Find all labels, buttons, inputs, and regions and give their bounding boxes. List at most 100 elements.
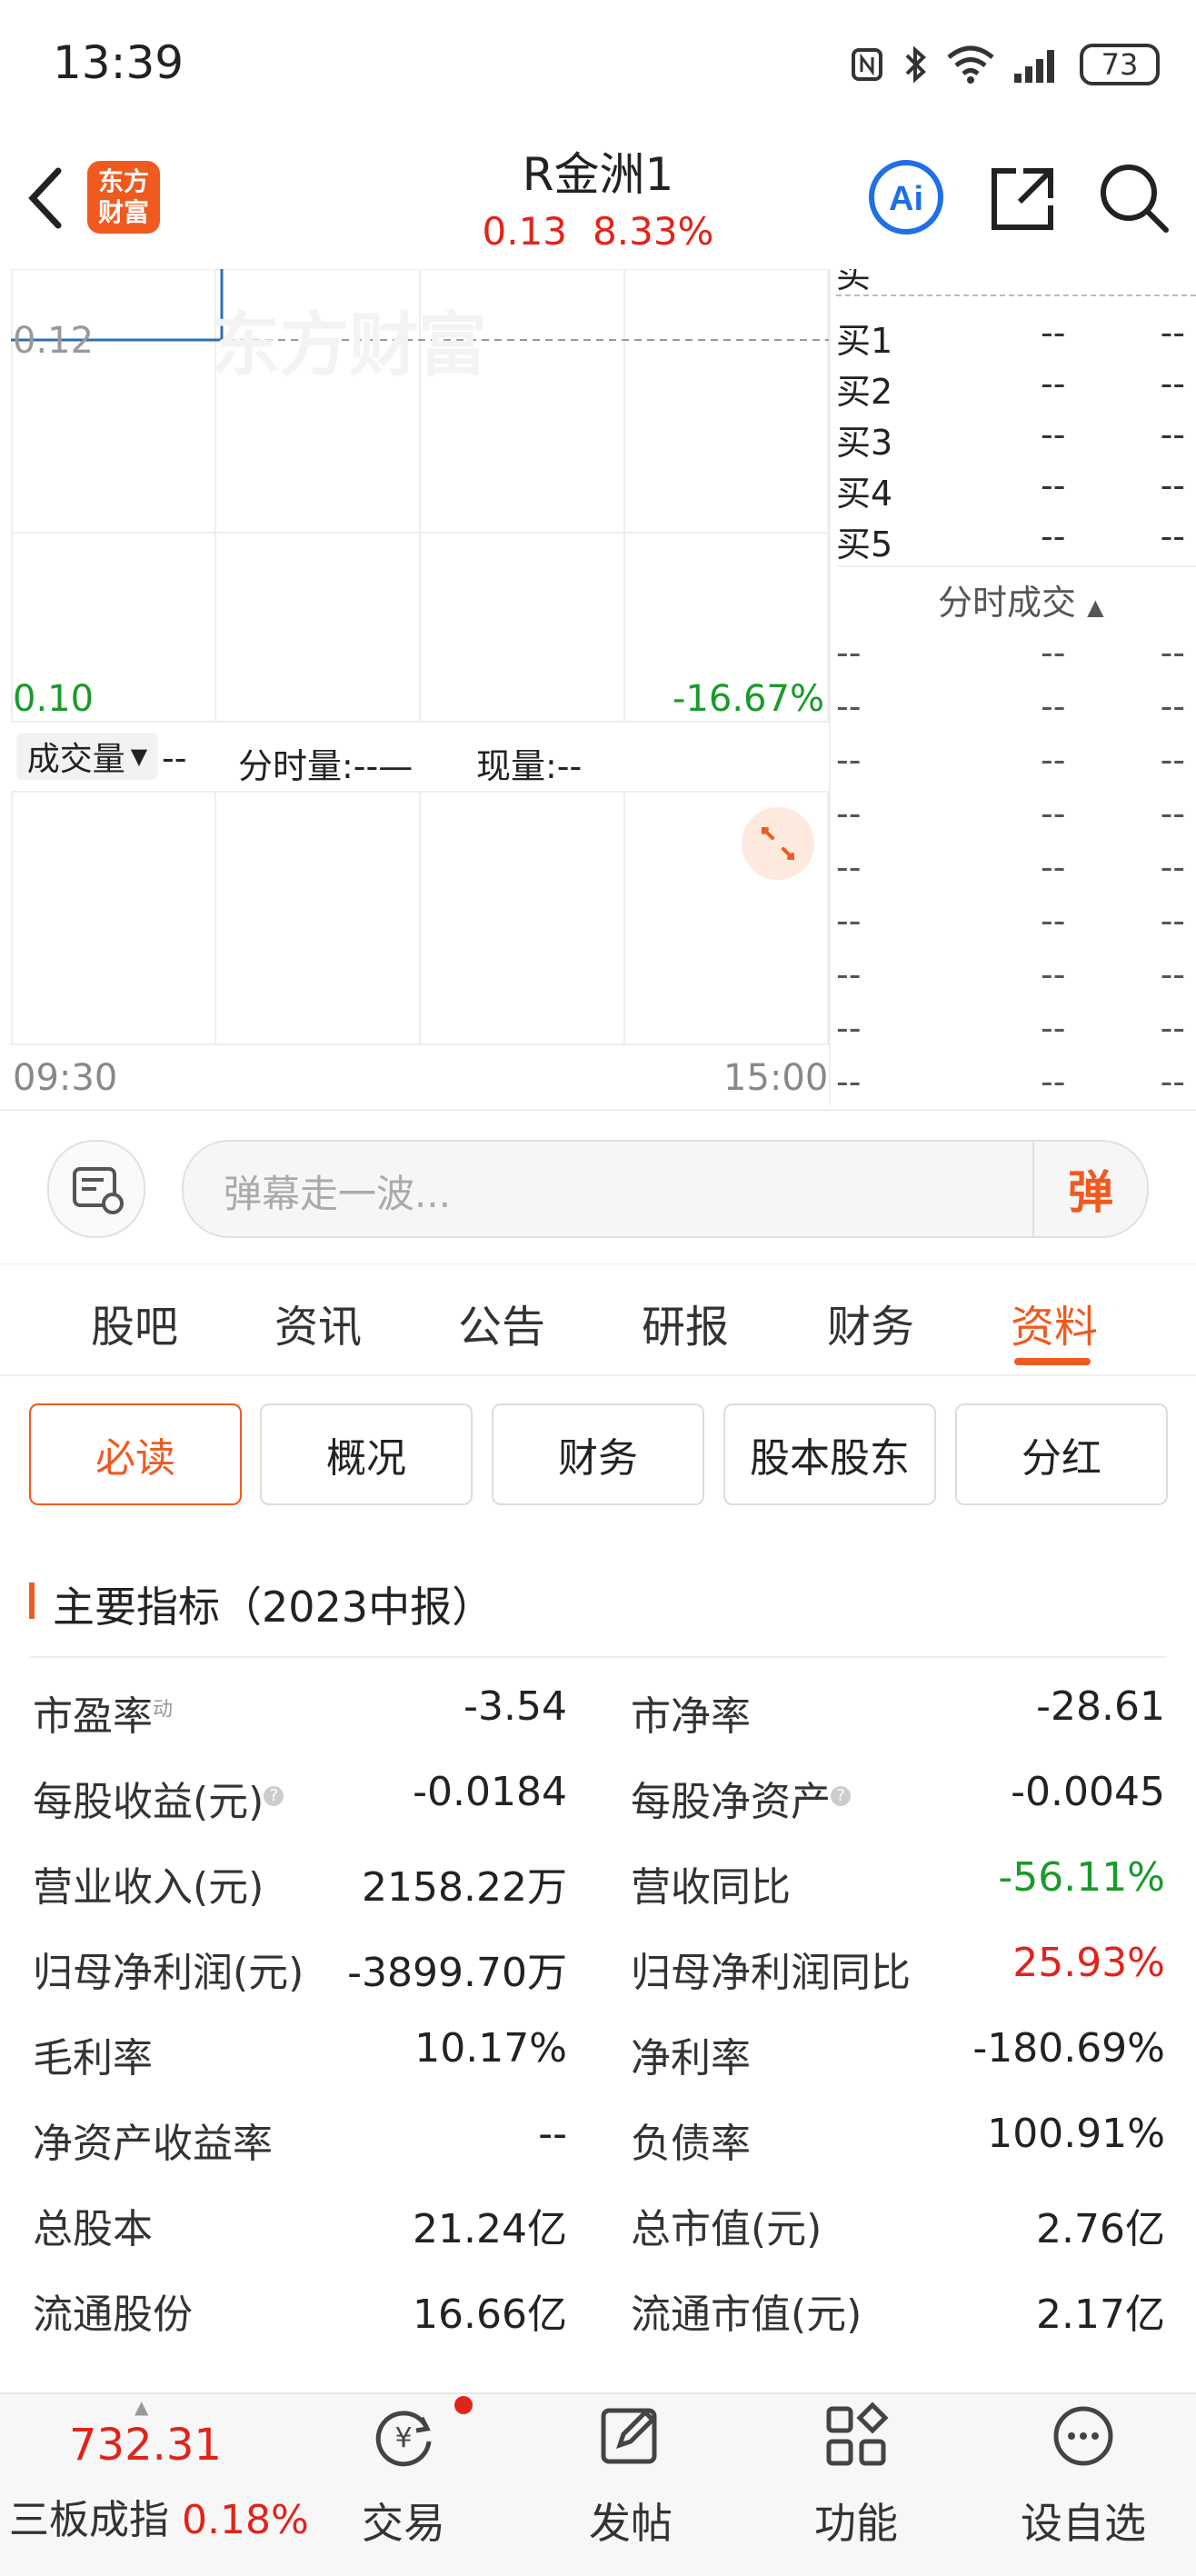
tab-profile[interactable]: 资料 xyxy=(1011,1291,1098,1354)
volume-value: -- xyxy=(162,738,187,778)
time-end-label: 15:00 xyxy=(723,1057,829,1099)
metric-label: 净资产收益率 xyxy=(33,2121,273,2167)
tick-time: -- xyxy=(836,1008,862,1048)
sell-rows-partial: 买 xyxy=(836,269,872,295)
metric-value: 2158.22万 xyxy=(362,1864,567,1911)
tick-time: -- xyxy=(836,1062,862,1102)
tab-research[interactable]: 研报 xyxy=(642,1291,729,1354)
buy-volume: -- xyxy=(1160,516,1185,556)
buy-price: -- xyxy=(1041,313,1066,353)
price-chart[interactable]: 东方财富 xyxy=(11,269,829,724)
metric-label-text: 每股收益(元) xyxy=(33,1779,264,1825)
tick-time: -- xyxy=(836,686,862,726)
help-icon[interactable]: ? xyxy=(831,1786,851,1807)
tick-price: -- xyxy=(1041,794,1066,834)
share-icon[interactable] xyxy=(982,156,1063,238)
metric-label: 营收同比 xyxy=(631,1864,791,1911)
metric-label: 总股本 xyxy=(33,2206,153,2252)
help-icon[interactable]: ? xyxy=(264,1786,284,1807)
battery-icon: 73 xyxy=(1080,44,1160,85)
volume-chart[interactable] xyxy=(11,791,829,1045)
ticks-title[interactable]: 分时成交 ▲ xyxy=(938,574,1104,624)
buy-row: 买5 -- -- xyxy=(836,516,1196,567)
buy-row: 买2 -- -- xyxy=(836,364,1196,414)
status-time: 13:39 xyxy=(53,36,184,89)
watchlist-icon xyxy=(1053,2406,1113,2466)
metric-value: 100.91% xyxy=(987,2111,1165,2157)
subtab-shareholders[interactable]: 股本股东 xyxy=(723,1403,936,1505)
metric-label: 负债率 xyxy=(631,2121,751,2167)
metric-value: -3.54 xyxy=(463,1683,567,1730)
metric-value: 2.17亿 xyxy=(1036,2291,1165,2338)
tick-time: -- xyxy=(836,847,862,887)
ticks-title-label: 分时成交 xyxy=(938,583,1077,623)
nav-functions[interactable]: 功能 xyxy=(765,2491,947,2551)
expand-icon[interactable] xyxy=(740,805,816,882)
orderbook-separator xyxy=(836,295,1196,296)
metric-value: 16.66亿 xyxy=(413,2291,567,2338)
subtab-finance[interactable]: 财务 xyxy=(492,1403,704,1505)
subtab-label: 分红 xyxy=(1022,1435,1101,1482)
buy-label: 买3 xyxy=(836,423,893,463)
subtab-overview[interactable]: 概况 xyxy=(260,1403,473,1505)
subtab-must-read[interactable]: 必读 xyxy=(29,1403,242,1505)
subtab-label: 概况 xyxy=(326,1435,406,1482)
wifi-icon xyxy=(947,45,994,84)
stock-price: 0.13 xyxy=(482,209,568,254)
metric-value: -28.61 xyxy=(1036,1683,1165,1730)
ai-icon[interactable]: Ai xyxy=(865,156,947,238)
metric-label: 归母净利润(元) xyxy=(33,1950,304,1996)
tab-announcements[interactable]: 公告 xyxy=(458,1291,545,1354)
tab-finance[interactable]: 财务 xyxy=(827,1291,914,1354)
tab-guba[interactable]: 股吧 xyxy=(91,1291,178,1354)
danmaku-input[interactable]: 弹幕走一波... 弹 xyxy=(182,1140,1149,1238)
tick-time: -- xyxy=(836,740,862,780)
tab-news[interactable]: 资讯 xyxy=(274,1291,362,1354)
tick-row: -- -- -- xyxy=(836,901,1196,952)
metric-label: 归母净利润同比 xyxy=(631,1950,911,1996)
lower-price-label: 0.10 xyxy=(13,678,95,720)
buy-label: 买2 xyxy=(836,372,893,412)
comment-settings-button[interactable] xyxy=(47,1140,145,1238)
metric-label: 流通股份 xyxy=(33,2291,193,2338)
tick-volume: -- xyxy=(1160,1062,1185,1102)
section-accent-bar xyxy=(29,1583,35,1619)
metric-label: 每股收益(元)? xyxy=(33,1769,284,1827)
index-ticker[interactable]: 三板成指 0.18% xyxy=(9,2487,309,2545)
tick-time: -- xyxy=(836,794,862,834)
subtab-dividend[interactable]: 分红 xyxy=(955,1403,1168,1505)
metric-value: -180.69% xyxy=(972,2025,1165,2072)
tick-price: -- xyxy=(1041,901,1066,941)
volume-toolbar: 成交量 ▼ -- 分时量:--— 现量:-- xyxy=(11,727,829,789)
status-icons: 73 xyxy=(849,44,1160,85)
nav-post[interactable]: 发帖 xyxy=(540,2491,722,2551)
tick-volume: -- xyxy=(1160,794,1185,834)
tick-row: -- -- -- xyxy=(836,794,1196,844)
bluetooth-icon xyxy=(905,45,926,84)
metric-value: 2.76亿 xyxy=(1036,2206,1165,2252)
metric-value: -- xyxy=(538,2111,567,2157)
metric-superscript: 动 xyxy=(153,1698,174,1722)
nav-watchlist[interactable]: 设自选 xyxy=(992,2491,1174,2551)
ticks-divider xyxy=(836,565,1196,567)
danmaku-placeholder: 弹幕走一波... xyxy=(224,1172,452,1216)
active-tab-indicator xyxy=(1014,1358,1091,1365)
tick-time: -- xyxy=(836,954,862,994)
tick-row: -- -- -- xyxy=(836,633,1196,684)
metric-value: -0.0184 xyxy=(413,1769,567,1815)
svg-text:¥: ¥ xyxy=(394,2422,412,2454)
nfc-icon xyxy=(852,48,882,81)
tick-price: -- xyxy=(1041,686,1066,726)
volume-selector[interactable]: 成交量 ▼ xyxy=(16,733,158,780)
tabs-divider xyxy=(0,1374,1196,1376)
danmaku-send-button[interactable]: 弹 xyxy=(1032,1142,1147,1236)
index-value[interactable]: 732.31 xyxy=(0,2420,291,2471)
buy-volume: -- xyxy=(1160,364,1185,404)
search-icon[interactable] xyxy=(1092,156,1174,238)
tick-volume: -- xyxy=(1160,901,1185,941)
metric-value: 21.24亿 xyxy=(413,2206,567,2252)
nav-trade[interactable]: 交易 xyxy=(313,2491,494,2551)
metric-label: 每股净资产? xyxy=(631,1769,851,1827)
subtab-label: 财务 xyxy=(558,1435,638,1482)
buy-price: -- xyxy=(1041,414,1066,454)
